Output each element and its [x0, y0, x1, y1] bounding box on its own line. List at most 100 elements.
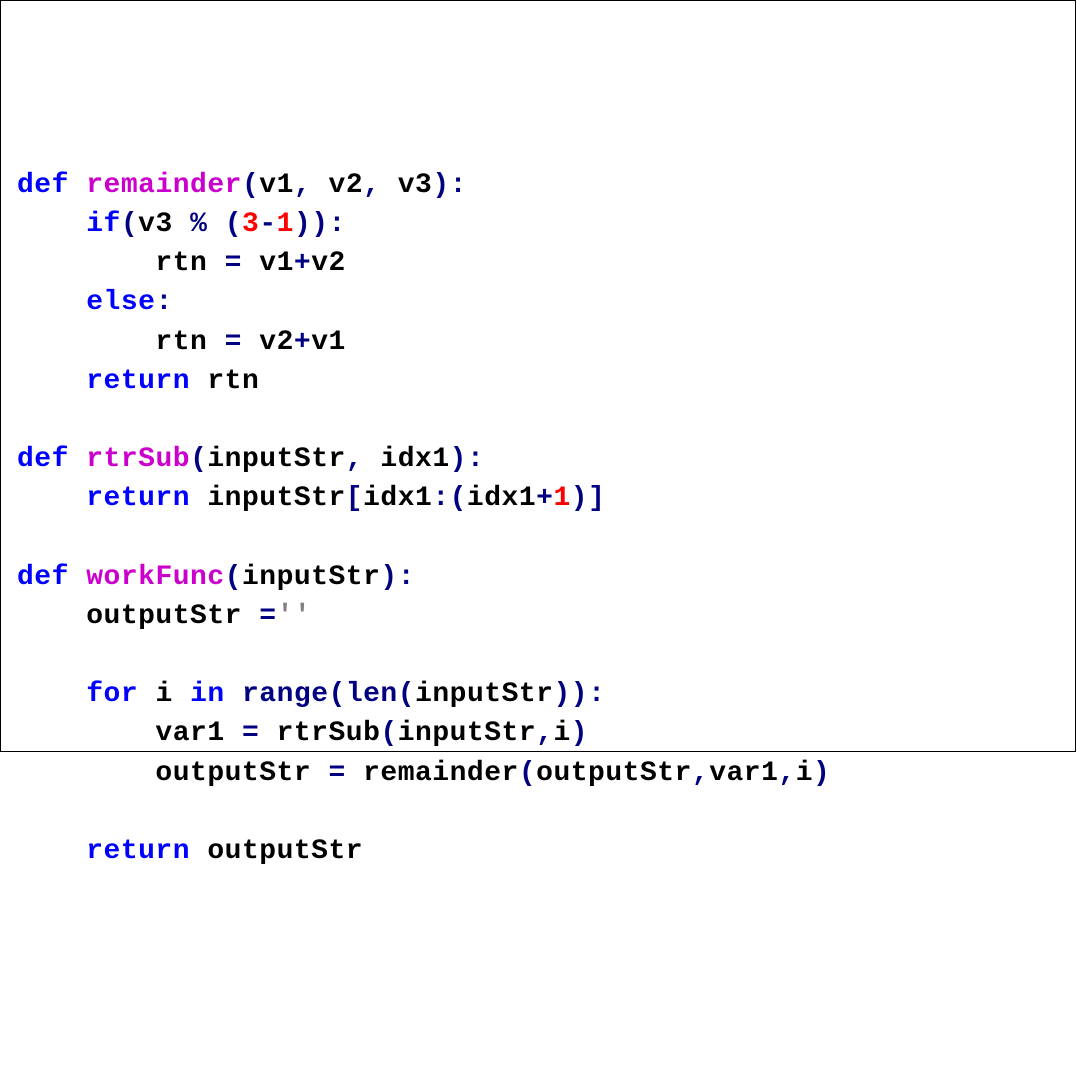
code-line: return inputStr[idx1:(idx1+1)]: [17, 479, 1059, 518]
token-sp: [242, 327, 259, 358]
indent: [17, 679, 86, 710]
token-func: workFunc: [86, 562, 224, 593]
token-kw: else: [86, 287, 155, 318]
token-op: =: [328, 758, 345, 789]
token-paren: (: [380, 718, 397, 749]
token-op: -: [259, 209, 276, 240]
token-kw: def: [17, 170, 69, 201]
token-sp: [173, 209, 190, 240]
code-line: def remainder(v1, v2, v3):: [17, 166, 1059, 205]
token-kw: in: [190, 679, 225, 710]
token-sp: [311, 170, 328, 201]
token-kw: return: [86, 366, 190, 397]
token-paren: (: [121, 209, 138, 240]
token-kw: def: [17, 444, 69, 475]
token-op: %: [190, 209, 207, 240]
blank-line: [17, 797, 34, 828]
indent: [17, 366, 86, 397]
token-sp: [190, 836, 207, 867]
token-paren: [: [346, 483, 363, 514]
token-id: v2: [329, 170, 364, 201]
blank-line: [17, 640, 34, 671]
token-id: i: [155, 679, 172, 710]
token-id: var1: [155, 718, 224, 749]
token-kw: if: [86, 209, 121, 240]
code-line: def workFunc(inputStr):: [17, 558, 1059, 597]
code-line: outputStr = remainder(outputStr,var1,i): [17, 754, 1059, 793]
token-paren: ):: [450, 444, 485, 475]
token-paren: )):: [294, 209, 346, 240]
token-op: =: [242, 718, 259, 749]
code-block: def remainder(v1, v2, v3): if(v3 % (3-1)…: [17, 166, 1059, 871]
token-sp: [346, 758, 363, 789]
code-line: return outputStr: [17, 832, 1059, 871]
token-paren: )]: [571, 483, 606, 514]
token-paren: ,: [692, 758, 709, 789]
indent: [17, 718, 155, 749]
token-paren: (: [190, 444, 207, 475]
code-line: for i in range(len(inputStr)):: [17, 675, 1059, 714]
token-paren: ,: [346, 444, 363, 475]
token-sp: [225, 679, 242, 710]
token-id: v2: [311, 248, 346, 279]
indent: [17, 836, 86, 867]
indent: [17, 287, 86, 318]
token-paren: (: [225, 209, 242, 240]
code-line: [17, 518, 1059, 557]
token-id: i: [553, 718, 570, 749]
token-sp: [225, 718, 242, 749]
token-sp: [311, 758, 328, 789]
token-id: v1: [311, 327, 346, 358]
token-kw: return: [86, 483, 190, 514]
token-paren: ): [571, 718, 588, 749]
token-num: 1: [553, 483, 570, 514]
token-paren: )):: [553, 679, 605, 710]
token-id: outputStr: [536, 758, 692, 789]
token-id: rtn: [155, 248, 207, 279]
token-kw: def: [17, 562, 69, 593]
token-func: remainder: [86, 170, 242, 201]
token-paren: ,: [363, 170, 380, 201]
token-id: outputStr: [207, 836, 363, 867]
token-id: idx1: [380, 444, 449, 475]
token-sp: [207, 327, 224, 358]
token-paren: (: [519, 758, 536, 789]
token-paren: :: [155, 287, 172, 318]
blank-line: [17, 522, 34, 553]
token-id: outputStr: [155, 758, 311, 789]
code-line: outputStr ='': [17, 597, 1059, 636]
token-sp: [69, 170, 86, 201]
indent: [17, 483, 86, 514]
token-str: '': [277, 601, 312, 632]
token-id: v1: [259, 170, 294, 201]
token-num: 1: [277, 209, 294, 240]
token-id: rtn: [155, 327, 207, 358]
token-id: inputStr: [207, 444, 345, 475]
token-id: remainder: [363, 758, 519, 789]
token-paren: ,: [778, 758, 795, 789]
token-num: 3: [242, 209, 259, 240]
code-line: else:: [17, 283, 1059, 322]
token-id: idx1: [363, 483, 432, 514]
code-line: def rtrSub(inputStr, idx1):: [17, 440, 1059, 479]
token-id: rtrSub: [277, 718, 381, 749]
code-line: if(v3 % (3-1)):: [17, 205, 1059, 244]
token-id: inputStr: [398, 718, 536, 749]
token-paren: (: [398, 679, 415, 710]
token-sp: [173, 679, 190, 710]
token-paren: (: [242, 170, 259, 201]
token-sp: [242, 601, 259, 632]
token-id: var1: [709, 758, 778, 789]
token-op: =: [225, 327, 242, 358]
code-line: var1 = rtrSub(inputStr,i): [17, 714, 1059, 753]
token-op: +: [294, 248, 311, 279]
token-op: +: [536, 483, 553, 514]
token-paren: ,: [536, 718, 553, 749]
code-line: return rtn: [17, 362, 1059, 401]
token-id: inputStr: [242, 562, 380, 593]
token-id: v3: [398, 170, 433, 201]
token-builtin: len: [346, 679, 398, 710]
token-id: v3: [138, 209, 173, 240]
token-paren: ):: [432, 170, 467, 201]
code-line: [17, 636, 1059, 675]
